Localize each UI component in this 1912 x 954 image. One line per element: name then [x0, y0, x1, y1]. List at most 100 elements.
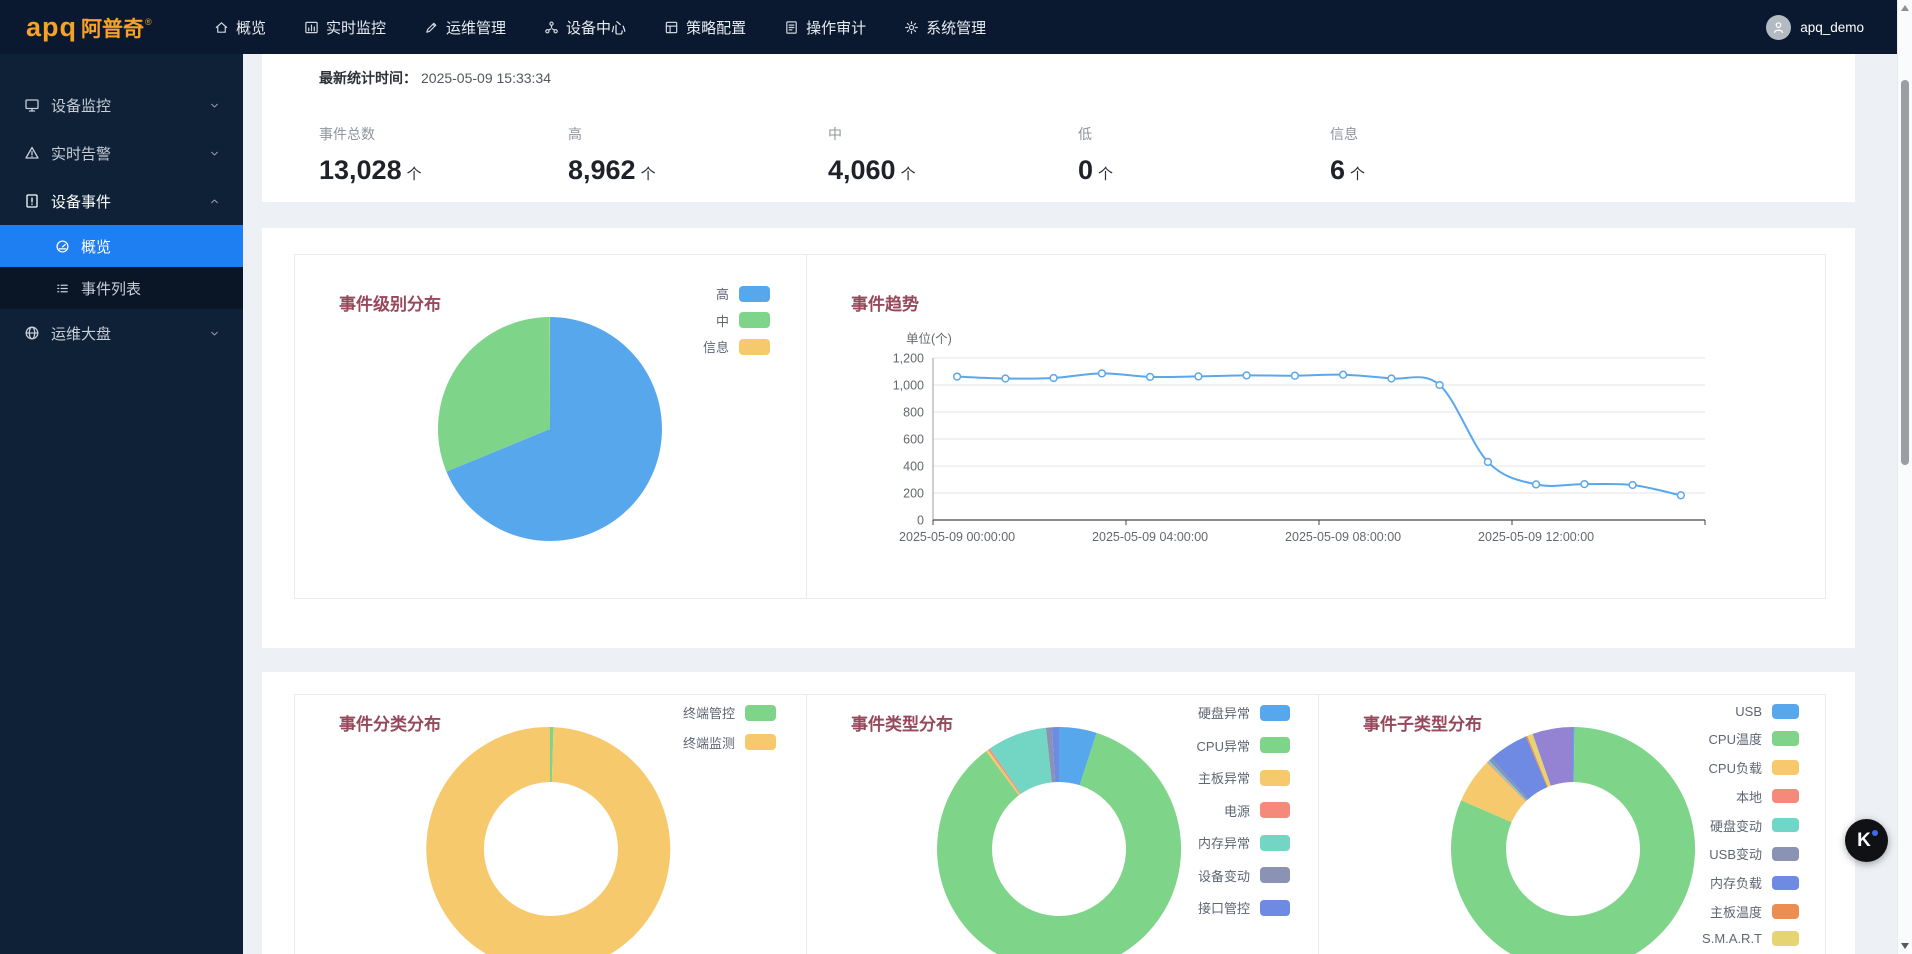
legend-item[interactable]: 接口管控 [1198, 898, 1290, 917]
legend-item[interactable]: 内存负载 [1710, 873, 1799, 892]
legend-label: 硬盘变动 [1710, 816, 1762, 835]
svg-text:2025-05-09 08:00:00: 2025-05-09 08:00:00 [1285, 530, 1401, 544]
stat-value: 13,028个 [319, 155, 422, 186]
nav-item[interactable]: 实时监控 [304, 17, 386, 38]
legend-swatch-icon [1772, 847, 1799, 862]
stats-panel: 最新统计时间：2025-05-09 15:33:34 事件总数13,028个高8… [262, 54, 1855, 202]
legend-item[interactable]: 终端管控 [683, 703, 776, 722]
legend-swatch-icon [1772, 818, 1799, 833]
stat-unit: 个 [1098, 166, 1113, 183]
legend-swatch-icon [1772, 904, 1799, 919]
legend-item[interactable]: 主板温度 [1710, 902, 1799, 921]
legend-swatch-icon [739, 312, 770, 328]
svg-text:单位(个): 单位(个) [906, 331, 952, 346]
legend-item[interactable]: 信息 [703, 337, 770, 356]
legend-label: 主板异常 [1198, 768, 1250, 787]
last-stat-time-value: 2025-05-09 15:33:34 [421, 70, 551, 86]
legend-label: 主板温度 [1710, 902, 1762, 921]
nav-item[interactable]: 策略配置 [664, 17, 746, 38]
nav-item[interactable]: 操作审计 [784, 17, 866, 38]
stat-card: 信息6个 [1330, 124, 1365, 186]
legend-item[interactable]: 中 [716, 311, 770, 330]
legend-label: 内存负载 [1710, 873, 1762, 892]
stat-label: 中 [828, 124, 916, 144]
dashboard-gauge-icon [55, 239, 70, 254]
legend-swatch-icon [1772, 731, 1799, 746]
legend-label: 终端管控 [683, 703, 735, 722]
legend-item[interactable]: 设备变动 [1198, 866, 1290, 885]
sidebar-subitem-label: 事件列表 [81, 278, 141, 299]
legend-item[interactable]: CPU温度 [1709, 729, 1799, 748]
gear-icon [904, 20, 919, 35]
nav-item[interactable]: 设备中心 [544, 17, 626, 38]
sidebar-subitem[interactable]: 概览 [0, 225, 243, 267]
legend-item[interactable]: USB变动 [1709, 844, 1799, 863]
audit-doc-icon [784, 20, 799, 35]
legend-item[interactable]: 电源 [1224, 801, 1290, 820]
legend-label: USB [1735, 704, 1762, 719]
sidebar-item-label: 实时告警 [51, 143, 111, 164]
device-hub-icon [544, 20, 559, 35]
sidebar-item[interactable]: 设备事件 [0, 177, 243, 225]
charts-card-row1: 事件级别分布 高中信息 事件趋势 02004006008001,0001,200… [294, 254, 1826, 599]
chart-title: 事件级别分布 [339, 290, 441, 315]
nav-item-label: 实时监控 [326, 17, 386, 38]
stat-card: 高8,962个 [568, 124, 656, 186]
chart-title: 事件类型分布 [851, 710, 953, 735]
legend-label: 内存异常 [1198, 833, 1250, 852]
sidebar-item[interactable]: 设备监控 [0, 81, 243, 129]
chart-title: 事件子类型分布 [1363, 710, 1482, 735]
user-avatar-icon [1766, 15, 1791, 40]
legend-swatch-icon [1772, 931, 1799, 946]
legend-item[interactable]: 高 [716, 284, 770, 303]
legend-item[interactable]: USB [1735, 704, 1799, 719]
nav-item-label: 概览 [236, 17, 266, 38]
chart-title: 事件趋势 [851, 290, 919, 315]
nav-item[interactable]: 系统管理 [904, 17, 986, 38]
legend-label: 硬盘异常 [1198, 703, 1250, 722]
floating-button-label: K [1857, 830, 1871, 852]
legend-item[interactable]: 内存异常 [1198, 833, 1290, 852]
sidebar-subitem[interactable]: 事件列表 [0, 267, 243, 309]
legend-label: 设备变动 [1198, 866, 1250, 885]
stat-value: 0个 [1078, 155, 1113, 186]
nav-item[interactable]: 概览 [214, 17, 266, 38]
scrollbar-down-arrow-icon[interactable] [1901, 943, 1909, 949]
legend-item[interactable]: CPU异常 [1197, 736, 1290, 755]
legend-swatch-icon [1260, 802, 1290, 818]
legend-swatch-icon [1772, 789, 1799, 804]
legend-item[interactable]: 本地 [1736, 787, 1799, 806]
legend-item[interactable]: S.M.A.R.T [1702, 931, 1799, 946]
svg-text:1,200: 1,200 [893, 352, 924, 366]
nav-item-label: 系统管理 [926, 17, 986, 38]
sidebar-subitem-label: 概览 [81, 236, 111, 257]
legend-item[interactable]: 主板异常 [1198, 768, 1290, 787]
floating-assistant-button[interactable]: K [1845, 819, 1888, 862]
legend-item[interactable]: 硬盘变动 [1710, 816, 1799, 835]
nav-item-label: 运维管理 [446, 17, 506, 38]
stat-value: 6个 [1330, 155, 1365, 186]
scrollbar-up-arrow-icon[interactable] [1901, 5, 1909, 11]
stat-unit: 个 [1350, 166, 1365, 183]
sidebar-item[interactable]: 实时告警 [0, 129, 243, 177]
legend-swatch-icon [1260, 900, 1290, 916]
legend-label: CPU异常 [1197, 736, 1250, 755]
monitor-icon [24, 97, 40, 113]
legend-item[interactable]: 终端监测 [683, 733, 776, 752]
svg-text:400: 400 [903, 460, 924, 474]
page-scrollbar[interactable] [1897, 0, 1912, 954]
legend-item[interactable]: 硬盘异常 [1198, 703, 1290, 722]
nav-item[interactable]: 运维管理 [424, 17, 506, 38]
legend-label: S.M.A.R.T [1702, 931, 1762, 946]
svg-text:0: 0 [917, 514, 924, 528]
globe-icon [24, 325, 40, 341]
app-logo[interactable]: apq 阿普奇 ® [26, 12, 198, 43]
chevron-down-icon [208, 327, 221, 340]
user-menu[interactable]: apq_demo [1766, 0, 1864, 54]
legend-item[interactable]: CPU负载 [1709, 758, 1799, 777]
sidebar-item[interactable]: 运维大盘 [0, 309, 243, 357]
legend-swatch-icon [1260, 770, 1290, 786]
scrollbar-thumb[interactable] [1901, 80, 1909, 465]
chevron-down-icon [208, 147, 221, 160]
monitor-chart-icon [304, 20, 319, 35]
